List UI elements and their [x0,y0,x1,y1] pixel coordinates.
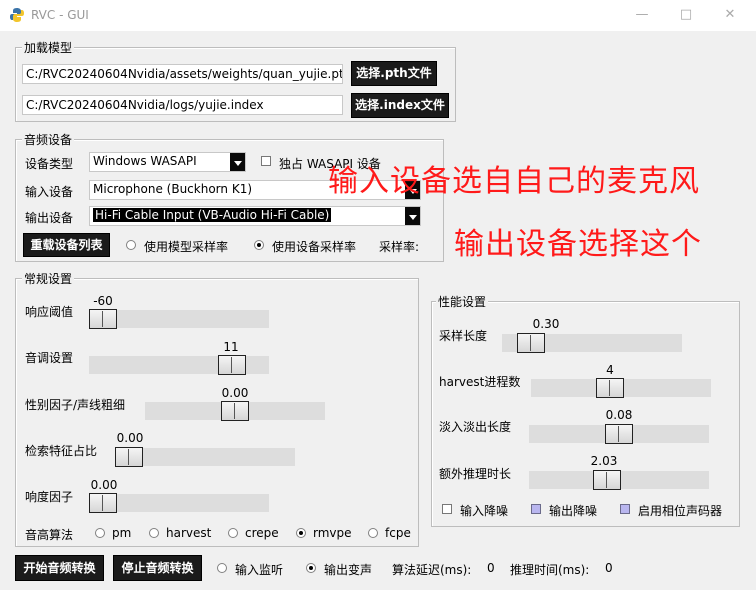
pitch-algo-option: harvest [166,526,212,540]
slider-thumb[interactable] [115,447,143,467]
use-device-sr-radio[interactable] [254,240,264,250]
input-device-annotation: 输入设备选自自己的麦克风 [328,164,700,199]
start-conversion-button[interactable]: 开始音频转换 [15,555,104,581]
slider-label: 响度因子 [25,490,74,504]
block-time-slider[interactable] [502,333,682,353]
slider-value: -60 [93,294,113,308]
general-settings-legend: 常规设置 [22,270,75,287]
check-label: 启用相位声码器 [638,504,723,518]
performance-legend: 性能设置 [436,293,489,310]
pitch-algo-fcpe-radio[interactable] [368,528,378,538]
input-device-value: Microphone (Buckhorn K1) [93,182,253,196]
slider-label: 性别因子/声线粗细 [25,398,126,412]
window-title: RVC - GUI [31,8,89,22]
chevron-down-icon[interactable] [230,153,245,171]
pitch-algo-crepe-radio[interactable] [228,528,238,538]
slider-thumb[interactable] [593,470,621,490]
check-label: 输入降噪 [460,504,509,518]
output-change-label: 输出变声 [324,563,373,577]
pitch-slider[interactable] [89,355,269,375]
slider-thumb[interactable] [596,378,624,398]
minimize-button[interactable]: — [628,4,656,26]
slider-label: 淡入淡出长度 [439,420,512,434]
harvest-proc-slider[interactable] [531,378,711,398]
slider-value: 0.00 [221,386,249,400]
phase-vocoder-checkbox[interactable] [620,504,630,514]
pitch-algo-harvest-radio[interactable] [149,528,159,538]
output-change-radio[interactable] [306,563,316,573]
load-model-legend: 加载模型 [22,39,75,56]
slider-thumb[interactable] [218,355,246,375]
formant-slider[interactable] [145,401,325,421]
python-logo-icon [10,8,24,22]
pitch-algo-pm-radio[interactable] [95,528,105,538]
sample-rate-label: 采样率: [379,240,420,254]
loudness-slider[interactable] [89,493,269,513]
slider-value: 2.03 [590,454,618,468]
reload-devices-button[interactable]: 重载设备列表 [23,233,110,257]
pth-path-input[interactable]: C:/RVC20240604Nvidia/assets/weights/quan… [22,64,343,84]
slider-thumb[interactable] [89,493,117,513]
chevron-down-icon[interactable] [405,207,420,225]
device-type-select[interactable]: Windows WASAPI [89,152,246,172]
output-device-select[interactable]: Hi-Fi Cable Input (VB-Audio Hi-Fi Cable) [89,206,421,226]
input-device-label: 输入设备 [25,185,74,199]
pitch-algo-option: fcpe [385,526,411,540]
pitch-algo-label: 音高算法 [25,528,74,542]
output-denoise-checkbox[interactable] [531,504,541,514]
latency-value: 0 [487,561,495,575]
select-pth-button[interactable]: 选择.pth文件 [351,61,437,86]
use-model-sr-label: 使用模型采样率 [144,240,229,254]
stop-conversion-button[interactable]: 停止音频转换 [113,555,202,581]
output-device-value: Hi-Fi Cable Input (VB-Audio Hi-Fi Cable) [93,208,332,222]
slider-thumb[interactable] [89,309,117,329]
latency-label: 算法延迟(ms): [392,563,472,577]
input-monitor-radio[interactable] [217,563,227,573]
exclusive-wasapi-checkbox[interactable] [261,156,271,166]
audio-device-legend: 音频设备 [22,131,75,148]
slider-thumb[interactable] [517,333,545,353]
slider-value: 0.08 [605,408,633,422]
slider-value: 0.00 [116,431,144,445]
device-type-label: 设备类型 [25,157,74,171]
slider-value: 11 [223,340,239,354]
infer-time-label: 推理时间(ms): [510,563,590,577]
input-denoise-checkbox[interactable] [442,504,452,514]
slider-label: harvest进程数 [439,375,521,389]
select-index-button[interactable]: 选择.index文件 [351,93,449,118]
infer-time-value: 0 [605,561,613,575]
extra-time-slider[interactable] [529,470,709,490]
pitch-algo-option: pm [112,526,132,540]
slider-label: 音调设置 [25,351,74,365]
response-threshold-slider[interactable] [89,309,269,329]
output-device-annotation: 输出设备选择这个 [454,227,702,262]
slider-thumb[interactable] [605,424,633,444]
device-type-value: Windows WASAPI [93,154,197,168]
pitch-algo-option: rmvpe [313,526,352,540]
pitch-algo-rmvpe-radio[interactable] [296,528,306,538]
slider-label: 额外推理时长 [439,467,512,481]
slider-value: 0.00 [90,478,118,492]
check-label: 输出降噪 [549,504,598,518]
index-path-input[interactable]: C:/RVC20240604Nvidia/logs/yujie.index [22,95,343,115]
pitch-algo-option: crepe [245,526,279,540]
slider-label: 采样长度 [439,329,488,343]
slider-label: 响应阈值 [25,305,74,319]
slider-label: 检索特征占比 [25,444,98,458]
slider-value: 4 [606,363,614,377]
use-device-sr-label: 使用设备采样率 [272,240,357,254]
index-rate-slider[interactable] [115,447,295,467]
maximize-button[interactable]: □ [672,4,700,26]
slider-value: 0.30 [532,317,560,331]
output-device-label: 输出设备 [25,211,74,225]
slider-thumb[interactable] [221,401,249,421]
crossfade-slider[interactable] [529,424,709,444]
input-monitor-label: 输入监听 [235,563,284,577]
close-button[interactable]: ✕ [716,4,744,26]
use-model-sr-radio[interactable] [126,240,136,250]
